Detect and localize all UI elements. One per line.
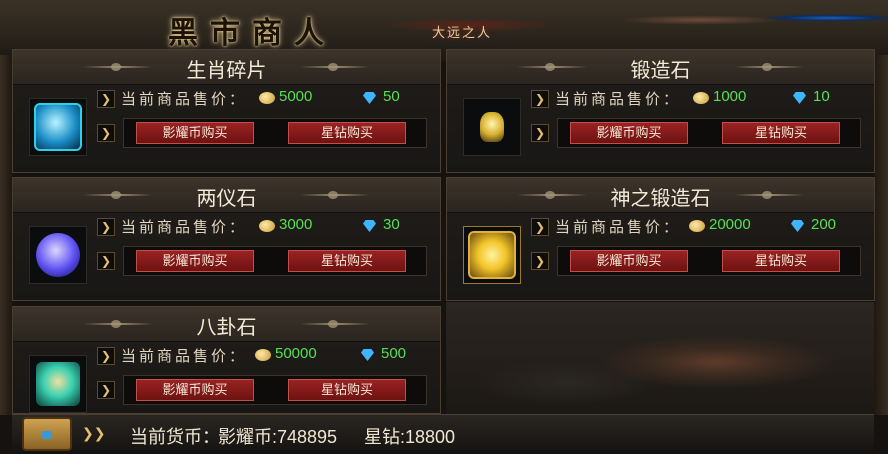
page-title: 黑市商人 <box>168 16 336 51</box>
item-card: 锻造石 ❯ 当前商品售价： 1000 10 ❯ 影耀币购买 星钻购买 <box>446 49 875 173</box>
forge-stone-icon <box>480 112 504 142</box>
card-header: 两仪石 <box>13 178 440 213</box>
gem-icon <box>361 349 374 361</box>
buy-with-coin-button[interactable]: 影耀币购买 <box>136 250 254 272</box>
arrow-icon: ❯ <box>97 218 115 236</box>
arrow-icon: ❯ <box>97 90 115 108</box>
buy-with-gem-button[interactable]: 星钻购买 <box>288 250 406 272</box>
coin-balance: 影耀币:748895 <box>218 427 338 447</box>
item-name: 生肖碎片 <box>186 60 267 82</box>
background-scene <box>446 302 874 414</box>
gem-balance: 星钻:18800 <box>364 427 456 447</box>
gem-price: 30 <box>383 216 400 233</box>
buy-with-coin-button[interactable]: 影耀币购买 <box>570 122 688 144</box>
ornament-right <box>300 320 370 328</box>
buy-with-gem-button[interactable]: 星钻购买 <box>722 250 840 272</box>
bagua-stone-icon <box>36 362 80 406</box>
card-header: 生肖碎片 <box>13 50 440 85</box>
coin-price: 20000 <box>709 216 751 233</box>
arrow-icon: ❯ <box>97 347 115 365</box>
item-name: 锻造石 <box>630 60 691 82</box>
button-row: 影耀币购买 星钻购买 <box>557 246 861 276</box>
item-card: 八卦石 ❯ 当前商品售价： 50000 500 ❯ 影耀币购买 星钻购买 <box>12 306 441 414</box>
card-header: 八卦石 <box>13 307 440 342</box>
gem-icon <box>791 220 804 232</box>
card-header: 锻造石 <box>447 50 874 85</box>
gem-icon <box>363 220 376 232</box>
item-name: 神之锻造石 <box>610 188 711 210</box>
arrow-icon: ❯ <box>531 124 549 142</box>
item-name: 八卦石 <box>196 317 257 339</box>
purple-orb-icon <box>36 233 80 277</box>
gem-icon <box>363 92 376 104</box>
buy-with-gem-button[interactable]: 星钻购买 <box>288 379 406 401</box>
coin-icon <box>255 349 271 361</box>
ornament-right <box>734 191 804 199</box>
button-row: 影耀币购买 星钻购买 <box>123 246 427 276</box>
coin-icon <box>689 220 705 232</box>
coin-price: 50000 <box>275 345 317 362</box>
coin-price: 1000 <box>713 88 747 105</box>
coin-icon <box>259 220 275 232</box>
gem-price: 50 <box>383 88 400 105</box>
treasure-chest-icon[interactable] <box>22 417 72 451</box>
divine-forge-stone-icon <box>468 231 516 279</box>
item-icon-frame[interactable] <box>463 98 521 156</box>
currency-label: 当前货币： <box>130 427 220 447</box>
buy-with-gem-button[interactable]: 星钻购买 <box>288 122 406 144</box>
gem-price: 200 <box>811 216 837 233</box>
buy-with-gem-button[interactable]: 星钻购买 <box>722 122 840 144</box>
currency-bar: ❯❯ 当前货币： 影耀币:748895 星钻:18800 <box>12 414 874 454</box>
item-icon-frame[interactable] <box>29 355 87 413</box>
arrow-icon: ❯ <box>531 252 549 270</box>
item-icon-frame[interactable] <box>463 226 521 284</box>
coin-price: 3000 <box>279 216 313 233</box>
emblem-text: 大远之人 <box>432 26 493 41</box>
button-row: 影耀币购买 星钻购买 <box>123 375 427 405</box>
item-card: 神之锻造石 ❯ 当前商品售价： 20000 200 ❯ 影耀币购买 星钻购买 <box>446 177 875 301</box>
button-row: 影耀币购买 星钻购买 <box>123 118 427 148</box>
arrow-icon: ❯ <box>97 381 115 399</box>
item-card: 生肖碎片 ❯ 当前商品售价： 5000 50 ❯ 影耀币购买 星钻购买 <box>12 49 441 173</box>
card-header: 神之锻造石 <box>447 178 874 213</box>
price-label: 当前商品售价： <box>121 219 248 236</box>
coin-price: 5000 <box>279 88 313 105</box>
gem-price: 500 <box>381 345 407 362</box>
item-card: 两仪石 ❯ 当前商品售价： 3000 30 ❯ 影耀币购买 星钻购买 <box>12 177 441 301</box>
left-frame <box>0 55 12 415</box>
coin-icon <box>693 92 709 104</box>
item-name: 两仪石 <box>196 188 257 210</box>
arrow-icon: ❯ <box>531 90 549 108</box>
price-label: 当前商品售价： <box>555 219 682 236</box>
price-label: 当前商品售价： <box>121 348 248 365</box>
coin-icon <box>259 92 275 104</box>
buy-with-coin-button[interactable]: 影耀币购买 <box>570 250 688 272</box>
arrow-icon: ❯ <box>97 252 115 270</box>
ornament-right <box>300 191 370 199</box>
gem-price: 10 <box>813 88 830 105</box>
double-arrow-icon: ❯❯ <box>82 426 106 442</box>
blue-crystal-icon <box>34 103 82 151</box>
price-label: 当前商品售价： <box>121 91 248 108</box>
item-icon-frame[interactable] <box>29 98 87 156</box>
button-row: 影耀币购买 星钻购买 <box>557 118 861 148</box>
arrow-icon: ❯ <box>97 124 115 142</box>
item-icon-frame[interactable] <box>29 226 87 284</box>
gem-icon <box>793 92 806 104</box>
arrow-icon: ❯ <box>531 218 549 236</box>
price-label: 当前商品售价： <box>555 91 682 108</box>
buy-with-coin-button[interactable]: 影耀币购买 <box>136 122 254 144</box>
right-frame <box>874 55 888 415</box>
buy-with-coin-button[interactable]: 影耀币购买 <box>136 379 254 401</box>
ornament-right <box>300 63 370 71</box>
ornament-right <box>734 63 804 71</box>
